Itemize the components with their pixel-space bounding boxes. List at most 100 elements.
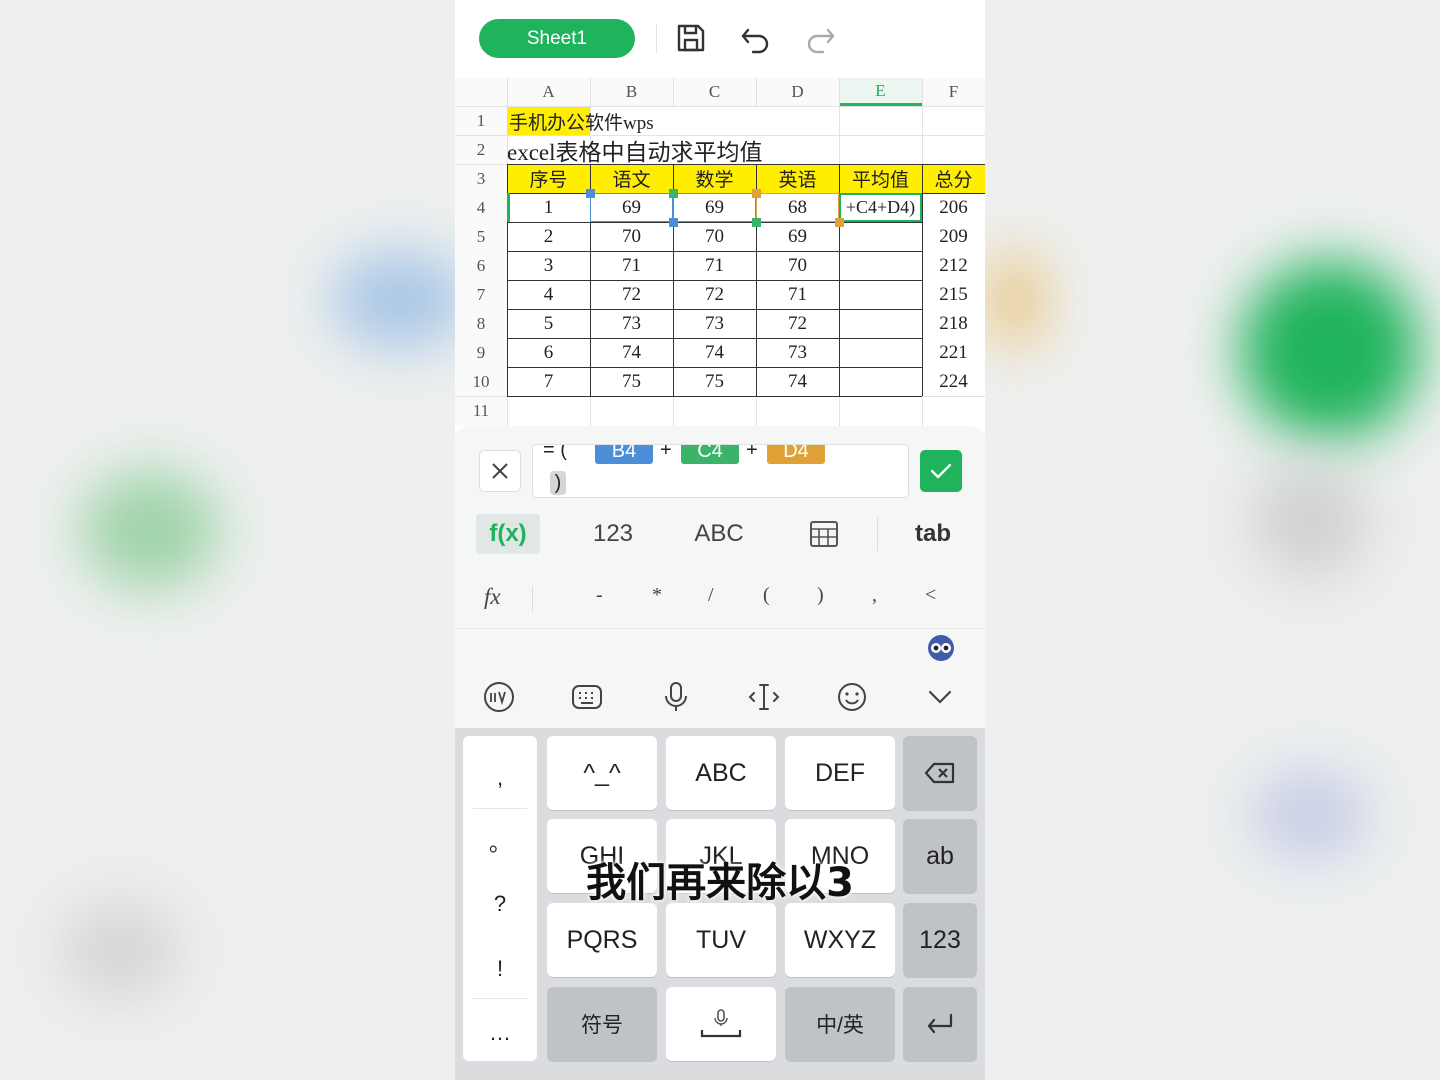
symbol-less-than-key[interactable]: <: [925, 584, 936, 607]
cell-chinese[interactable]: 75: [590, 367, 673, 396]
row-header-7[interactable]: 7: [455, 280, 507, 309]
cell-average[interactable]: [839, 280, 922, 309]
cell-average[interactable]: [839, 338, 922, 367]
formula-token-b4[interactable]: B4: [595, 445, 653, 464]
mode-function-button[interactable]: f(x): [476, 514, 540, 554]
column-header-a[interactable]: A: [507, 78, 590, 106]
cell-english[interactable]: 70: [756, 251, 839, 280]
cell-chinese[interactable]: 71: [590, 251, 673, 280]
undo-icon[interactable]: [738, 20, 774, 56]
ref-d4-handle[interactable]: [835, 218, 844, 227]
cell-total[interactable]: 221: [922, 338, 985, 367]
key-emoticon[interactable]: ^_^: [547, 736, 657, 810]
column-header-e[interactable]: E: [839, 78, 922, 106]
symbol-multiply-key[interactable]: *: [652, 584, 662, 607]
key-backspace[interactable]: [903, 736, 977, 810]
save-icon[interactable]: [673, 20, 709, 56]
cell-chinese[interactable]: 72: [590, 280, 673, 309]
cell-english[interactable]: 69: [756, 222, 839, 251]
symbol-open-paren-key[interactable]: (: [763, 584, 770, 607]
cell-total[interactable]: 212: [922, 251, 985, 280]
cell-math[interactable]: 73: [673, 309, 756, 338]
formula-token-d4[interactable]: D4: [767, 445, 825, 464]
punct-comma-key[interactable]: ,: [463, 748, 537, 808]
cell-total[interactable]: 224: [922, 367, 985, 396]
column-header-b[interactable]: B: [590, 78, 673, 106]
microphone-icon[interactable]: [659, 680, 693, 714]
key-pqrs[interactable]: PQRS: [547, 903, 657, 977]
cell-chinese[interactable]: 74: [590, 338, 673, 367]
key-abc[interactable]: ABC: [666, 736, 776, 810]
cell-math[interactable]: 72: [673, 280, 756, 309]
formula-close-paren[interactable]: ): [550, 471, 566, 495]
mode-number-button[interactable]: 123: [583, 514, 643, 554]
collapse-icon[interactable]: [923, 680, 957, 714]
cell-a2[interactable]: excel表格中自动求平均值: [507, 135, 763, 165]
cell-picker-icon[interactable]: [809, 519, 839, 549]
cell-english[interactable]: 71: [756, 280, 839, 309]
header-cell-seq[interactable]: 序号: [507, 164, 590, 193]
cell-english[interactable]: 72: [756, 309, 839, 338]
header-cell-average[interactable]: 平均值: [839, 164, 922, 193]
ref-b4-handle[interactable]: [669, 218, 678, 227]
formula-input[interactable]: = ( B4 + C4 + D4 ): [532, 444, 909, 498]
tab-key-button[interactable]: tab: [907, 514, 959, 554]
cell-seq[interactable]: 6: [507, 338, 590, 367]
cell-math[interactable]: 71: [673, 251, 756, 280]
ime-logo-icon[interactable]: [482, 680, 516, 714]
row-header-4[interactable]: 4: [455, 193, 507, 222]
column-header-d[interactable]: D: [756, 78, 839, 106]
symbol-minus-key[interactable]: -: [596, 584, 603, 607]
key-enter[interactable]: [903, 987, 977, 1061]
key-def[interactable]: DEF: [785, 736, 895, 810]
cell-english[interactable]: 73: [756, 338, 839, 367]
keyboard-icon[interactable]: [570, 680, 604, 714]
cell-chinese[interactable]: 70: [590, 222, 673, 251]
spreadsheet-grid[interactable]: A B C D E F 1 2 3 4 5 6 7 8 9 10 11 手机办公…: [455, 78, 985, 426]
row-header-3[interactable]: 3: [455, 164, 507, 193]
header-cell-math[interactable]: 数学: [673, 164, 756, 193]
cell-average[interactable]: [839, 309, 922, 338]
cell-average[interactable]: [839, 222, 922, 251]
symbol-comma-key[interactable]: ,: [872, 584, 877, 607]
cell-total[interactable]: 209: [922, 222, 985, 251]
row-header-10[interactable]: 10: [455, 367, 507, 396]
header-cell-chinese[interactable]: 语文: [590, 164, 673, 193]
cell-total[interactable]: 206: [922, 193, 985, 222]
punct-exclaim-key[interactable]: !: [463, 941, 537, 997]
cell-seq[interactable]: 5: [507, 309, 590, 338]
cell-english[interactable]: 74: [756, 367, 839, 396]
key-numbers[interactable]: 123: [903, 903, 977, 977]
ref-d4-handle[interactable]: [752, 189, 761, 198]
cell-seq[interactable]: 7: [507, 367, 590, 396]
ref-c4-handle[interactable]: [752, 218, 761, 227]
row-header-1[interactable]: 1: [455, 106, 507, 135]
key-wxyz[interactable]: WXYZ: [785, 903, 895, 977]
symbol-close-paren-key[interactable]: ): [817, 584, 824, 607]
cell-math[interactable]: 74: [673, 338, 756, 367]
cursor-move-icon[interactable]: [747, 680, 781, 714]
row-header-2[interactable]: 2: [455, 135, 507, 164]
symbol-divide-key[interactable]: /: [708, 584, 714, 607]
row-header-6[interactable]: 6: [455, 251, 507, 280]
row-header-9[interactable]: 9: [455, 338, 507, 367]
redo-icon[interactable]: [802, 20, 838, 56]
cancel-formula-button[interactable]: [479, 450, 521, 492]
row-header-8[interactable]: 8: [455, 309, 507, 338]
column-header-c[interactable]: C: [673, 78, 756, 106]
cell-seq[interactable]: 4: [507, 280, 590, 309]
mode-text-button[interactable]: ABC: [687, 514, 751, 554]
cell-seq[interactable]: 2: [507, 222, 590, 251]
key-space[interactable]: [666, 987, 776, 1061]
formula-token-c4[interactable]: C4: [681, 445, 739, 464]
ime-mascot-icon[interactable]: [926, 633, 956, 663]
cell-average[interactable]: [839, 251, 922, 280]
row-header-5[interactable]: 5: [455, 222, 507, 251]
cell-total[interactable]: 215: [922, 280, 985, 309]
cell-math[interactable]: 70: [673, 222, 756, 251]
cell-a1[interactable]: 手机办公软件wps: [509, 107, 654, 135]
punct-ellipsis-key[interactable]: …: [463, 1008, 537, 1058]
key-symbols[interactable]: 符号: [547, 987, 657, 1061]
ref-c4-handle[interactable]: [669, 189, 678, 198]
confirm-formula-button[interactable]: [920, 450, 962, 492]
